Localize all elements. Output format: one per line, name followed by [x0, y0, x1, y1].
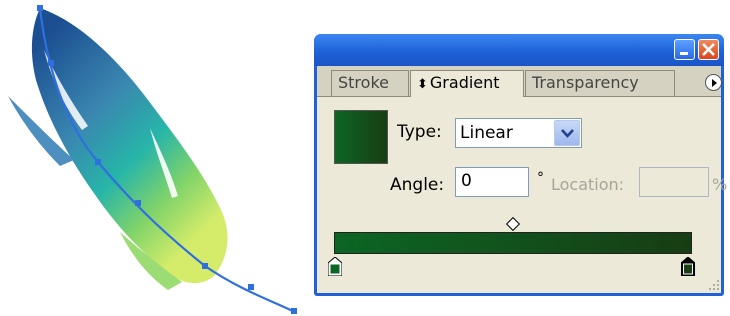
minimize-icon[interactable] — [674, 39, 695, 60]
angle-unit: ° — [537, 170, 544, 186]
feather-illustration — [8, 5, 297, 314]
title-bar[interactable] — [314, 34, 724, 66]
close-icon[interactable] — [698, 39, 719, 60]
tab-row: Stroke ⬍ Gradient Transparency — [317, 66, 722, 97]
location-label: Location: — [551, 175, 625, 194]
chevron-down-icon[interactable] — [554, 120, 580, 146]
tab-gradient-label: Gradient — [429, 73, 500, 92]
tab-transparency-label: Transparency — [532, 73, 639, 92]
tab-stroke[interactable]: Stroke — [331, 70, 409, 96]
angle-input[interactable]: 0 — [455, 167, 529, 197]
type-label: Type: — [397, 122, 442, 142]
color-stop-end[interactable] — [681, 257, 695, 276]
gradient-panel-window: Stroke ⬍ Gradient Transparency Type: Line… — [314, 34, 727, 296]
gradient-swatch[interactable] — [334, 110, 388, 164]
diamond-arrows-icon: ⬍ — [417, 77, 428, 92]
tab-transparency[interactable]: Transparency — [525, 70, 675, 96]
gradient-midpoint-slider[interactable] — [505, 216, 521, 232]
angle-label: Angle: — [390, 175, 445, 195]
type-dropdown[interactable]: Linear — [455, 118, 582, 148]
location-input[interactable] — [639, 167, 709, 197]
type-value: Linear — [460, 123, 513, 143]
resize-grip-icon[interactable] — [709, 280, 719, 290]
location-unit: % — [712, 175, 728, 194]
tab-stroke-label: Stroke — [338, 73, 389, 92]
color-stop-start[interactable] — [328, 257, 342, 276]
panel-body: Stroke ⬍ Gradient Transparency Type: Line… — [317, 66, 727, 293]
tab-gradient[interactable]: ⬍ Gradient — [410, 70, 524, 97]
panel-menu-button[interactable] — [705, 74, 722, 91]
gradient-ramp[interactable] — [334, 232, 692, 254]
